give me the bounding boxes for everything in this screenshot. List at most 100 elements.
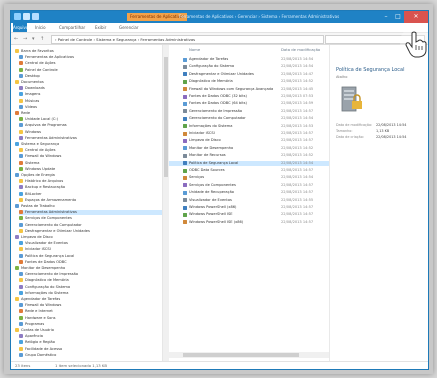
tree-item[interactable]: Configuração do Sistema — [19, 284, 162, 290]
file-row[interactable]: Fontes de Dados ODBC (32 bits) 22/08/2013… — [169, 94, 329, 99]
tree-item[interactable]: Diagnóstico de Memória — [19, 278, 162, 283]
tree-item[interactable]: Ferramentas de Aplicativos — [19, 55, 162, 60]
tree-item[interactable]: Serviços de Componentes — [19, 216, 162, 221]
file-row[interactable]: Limpeza de Disco 22/08/2013 14:57 — [169, 138, 329, 143]
file-row[interactable]: Visualizador de Eventos 22/08/2013 14:55 — [169, 198, 329, 203]
tree-item[interactable]: Ferramentas Administrativas — [19, 210, 162, 216]
file-row[interactable]: ODBC Data Sources 22/08/2013 14:57 — [169, 168, 329, 173]
file-row[interactable]: Configuração do Sistema 22/08/2013 14:54 — [169, 64, 329, 69]
tree-item[interactable]: Sistema — [19, 160, 162, 166]
tree-item[interactable]: Unidade Local (C:) — [19, 117, 162, 122]
tree-item[interactable]: Rede e Internet — [19, 309, 162, 314]
file-row[interactable]: Agendador de Tarefas 22/08/2013 14:54 — [169, 57, 329, 62]
up-arrow-icon[interactable]: ↑ — [40, 36, 44, 42]
tree-item[interactable]: Backup e Restauração — [19, 185, 162, 190]
tree-item[interactable]: Contas de Usuário — [15, 328, 160, 333]
file-row[interactable]: Serviços 22/08/2013 14:54 — [169, 175, 329, 180]
tree-item[interactable]: Histórico de Arquivos — [19, 179, 162, 184]
tree-item[interactable]: Gerenciamento do Computador — [19, 222, 162, 228]
tree-item[interactable]: Painel de Controle — [19, 67, 162, 73]
column-header-date[interactable]: Data de modificação — [281, 47, 320, 52]
file-row[interactable]: Unidade de Recuperação 22/08/2013 14:57 — [169, 190, 329, 195]
tree-item-label: Arquivos de Programas — [25, 123, 67, 128]
tree-item[interactable]: Firewall do Windows — [19, 303, 162, 308]
file-row[interactable]: Política de Segurança Local 22/08/2013 14… — [169, 160, 329, 166]
shortcut-icon — [183, 161, 187, 166]
address-input[interactable]: › Painel de Controle › Sistema e Seguran… — [51, 35, 324, 44]
tree-item[interactable]: Iniciador iSCSI — [19, 247, 162, 252]
tree-item[interactable]: Vídeos — [19, 104, 162, 110]
tree-item[interactable]: Windows Update — [19, 166, 162, 172]
quick-access-icon[interactable] — [23, 13, 30, 20]
file-row[interactable]: Monitor de Recursos 22/08/2013 14:52 — [169, 153, 329, 158]
tree-item[interactable]: Windows — [19, 129, 162, 135]
tab-manage[interactable]: Gerenciar — [119, 25, 139, 30]
close-button[interactable]: ✕ — [404, 11, 428, 23]
tab-file[interactable]: Arquivo — [13, 23, 28, 32]
maximize-button[interactable]: □ — [392, 11, 404, 23]
tree-item[interactable]: Documentos — [15, 80, 160, 85]
scrollbar-thumb[interactable] — [164, 57, 168, 177]
tree-item[interactable]: Desfragmentar e Otimizar Unidades — [19, 228, 162, 234]
file-row[interactable]: Informações do Sistema 22/08/2013 14:53 — [169, 124, 329, 129]
tree-item[interactable]: Gerenciamento de Impressão — [19, 272, 162, 277]
tree-item[interactable]: Desktop — [19, 73, 162, 79]
tab-home[interactable]: Início — [35, 25, 46, 30]
tree-item[interactable]: Programas — [19, 321, 162, 327]
tree-item[interactable]: Aparência — [19, 334, 162, 339]
tree-item[interactable]: Fontes de Dados ODBC — [19, 259, 162, 265]
folder-icon — [19, 340, 23, 345]
file-row[interactable]: Desfragmentar e Otimizar Unidades 22/08/2… — [169, 72, 329, 77]
tree-item[interactable]: Arquivos de Programas — [19, 123, 162, 128]
tree-item[interactable]: Músicas — [19, 98, 162, 104]
file-row[interactable]: Diagnóstico de Memória 22/08/2013 14:52 — [169, 79, 329, 84]
tree-item[interactable]: Política de Segurança Local — [19, 253, 162, 259]
column-header-name[interactable]: Nome — [189, 47, 200, 52]
tree-item[interactable]: Hardware e Sons — [19, 315, 162, 321]
tab-share[interactable]: Compartilhar — [59, 25, 85, 30]
tree-item[interactable]: Informações do Sistema — [19, 290, 162, 296]
tree-item[interactable]: Sistema e Segurança — [15, 142, 160, 147]
file-row[interactable]: Monitor de Desempenho 22/08/2013 14:52 — [169, 146, 329, 151]
tree-item[interactable]: Ferramentas Administrativas — [19, 135, 162, 141]
tree-item[interactable]: Pastas de Trabalho — [15, 204, 160, 209]
tree-item[interactable]: Opções de Energia — [15, 173, 160, 178]
forward-arrow-icon[interactable]: → — [23, 36, 27, 42]
tree-item[interactable]: Facilidade de Acesso — [19, 346, 162, 352]
file-row[interactable]: Windows PowerShell ISE (x86) 22/08/2013 1… — [169, 220, 329, 225]
tree-item-label: Sistema e Segurança — [21, 142, 60, 146]
quick-access-icon[interactable] — [32, 13, 39, 20]
tree-item[interactable]: Firewall do Windows — [19, 154, 162, 159]
tree-item[interactable]: Limpeza de Disco — [15, 235, 160, 240]
tree-item[interactable]: Imagens — [19, 92, 162, 97]
tree-item[interactable]: Monitor de Desempenho — [15, 266, 160, 271]
tree-item[interactable]: Downloads — [19, 86, 162, 91]
tab-view[interactable]: Exibir — [95, 25, 106, 30]
file-row[interactable]: Iniciador iSCSI 22/08/2013 14:57 — [169, 131, 329, 136]
tree-item[interactable]: BitLocker — [19, 191, 162, 197]
tree-item[interactable]: Espaços de Armazenamento — [19, 197, 162, 203]
tree-item[interactable]: Central de Ações — [19, 61, 162, 66]
file-row[interactable]: Serviços de Componentes 22/08/2013 14:57 — [169, 183, 329, 188]
minimize-button[interactable]: – — [380, 11, 392, 23]
tree-item[interactable]: Barra de Favoritos — [15, 49, 160, 54]
tree-item[interactable]: Central de Ações — [19, 148, 162, 153]
tree-item[interactable]: Rede — [15, 111, 160, 116]
scrollbar-thumb[interactable] — [183, 353, 299, 357]
status-item-count: 23 itens — [15, 363, 31, 368]
file-row[interactable]: Windows PowerShell ISE 22/08/2013 14:57 — [169, 212, 329, 217]
tree-item[interactable]: Relógio e Região — [19, 340, 162, 345]
file-row[interactable]: Gerenciamento de Impressão 22/08/2013 14:… — [169, 109, 329, 114]
file-row[interactable]: Windows PowerShell (x86) 22/08/2013 14:57 — [169, 205, 329, 210]
file-list-scrollbar[interactable] — [169, 352, 329, 358]
file-row[interactable]: Firewall do Windows com Segurança Avança… — [169, 87, 329, 92]
back-arrow-icon[interactable]: ← — [14, 36, 18, 42]
tree-item[interactable]: Visualizador de Eventos — [19, 241, 162, 246]
tree-item-label: Espaços de Armazenamento — [25, 197, 77, 202]
tree-item[interactable]: Agendador de Tarefas — [15, 297, 160, 302]
file-row[interactable]: Fontes de Dados ODBC (64 bits) 22/08/2013… — [169, 101, 329, 106]
navigation-pane: Barra de Favoritos Ferramentas de Aplicat… — [11, 45, 163, 361]
tree-item[interactable]: Grupo Doméstico — [19, 352, 162, 358]
chevron-down-icon[interactable]: ▾ — [32, 36, 35, 42]
file-row[interactable]: Gerenciamento do Computador 22/08/2013 14… — [169, 116, 329, 121]
